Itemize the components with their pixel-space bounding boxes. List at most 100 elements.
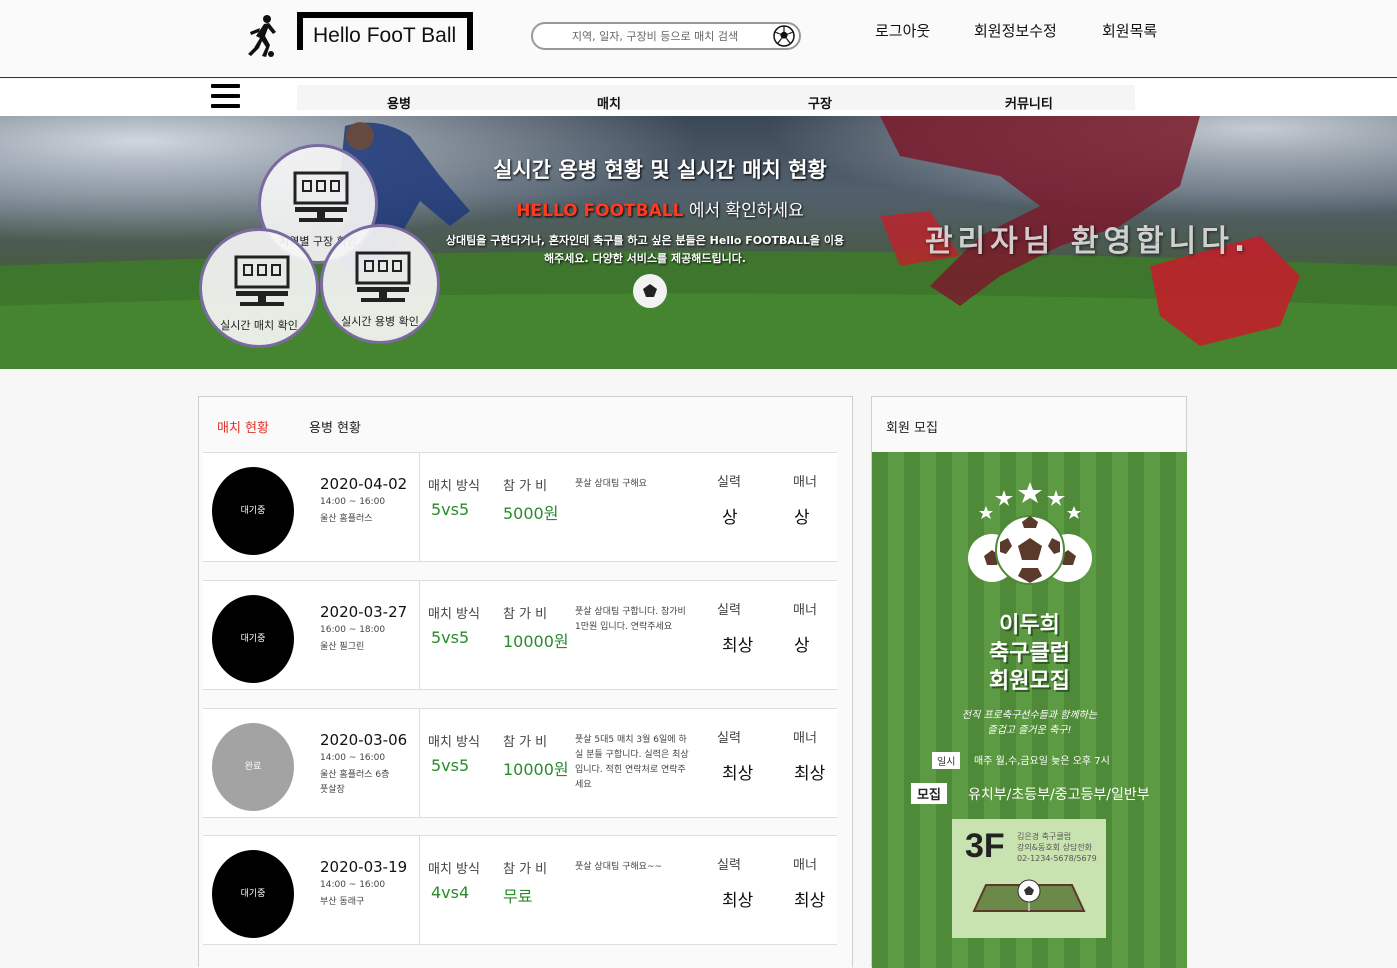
match-memo: 풋살 상대팀 구해요	[575, 479, 647, 489]
poster-club-line: 이두희	[999, 613, 1060, 638]
scoreboard-icon	[234, 255, 290, 306]
poster-contact: 김은경 축구클럽 강의&동호회 상담전화 02-1234-5678/5679	[1017, 831, 1103, 864]
menu-item-mercenary[interactable]: 용병	[387, 93, 411, 112]
match-date: 2020-03-06	[320, 731, 408, 749]
soccer-field-icon	[972, 879, 1086, 912]
manner-label: 매너	[793, 475, 817, 490]
top-header: Hello FooT Ball 로그아웃 회원정보수정 회원목록	[0, 0, 1397, 78]
recruit-poster[interactable]: 이두희 축구클럽 회원모집 전직 프로축구선수들과 함께하는 즐겁고 즐거운 축…	[872, 452, 1187, 968]
match-card[interactable]: 대기중 2020-03-27 16:00 ~ 18:00 울산 필그린 매치 방…	[203, 580, 837, 690]
status-badge: 대기중	[212, 850, 294, 938]
poster-club-line: 축구클럽	[989, 641, 1070, 666]
match-time: 14:00 ~ 16:00	[320, 497, 386, 507]
status-badge: 대기중	[212, 467, 294, 555]
match-date: 2020-03-19	[320, 858, 408, 876]
match-date: 2020-03-27	[320, 603, 408, 621]
match-memo: 풋살 5대5 매치 3월 6일에 하실 분들 구합니다. 실력은 최상입니다. …	[575, 735, 689, 790]
manner-value: 최상	[794, 764, 826, 784]
divider	[419, 453, 420, 561]
member-list-link[interactable]: 회원목록	[1102, 20, 1157, 41]
poster-contact-line: 김은경 축구클럽	[1017, 832, 1072, 841]
skill-label: 실력	[717, 603, 741, 618]
hero-description-line: 해주세요. 다양한 서비스를 제공해드립니다.	[543, 252, 746, 265]
match-card[interactable]: 대기중 2020-04-02 14:00 ~ 16:00 울산 홈플러스 매치 …	[203, 452, 837, 562]
match-card[interactable]: 대기중 2020-03-19 14:00 ~ 16:00 부산 동래구 매치 방…	[203, 835, 837, 945]
scoreboard-icon	[355, 251, 411, 302]
realtime-match-button[interactable]: 실시간 매치 확인	[199, 228, 319, 348]
poster-slogan-line: 즐겁고 즐거운 축구!	[987, 725, 1072, 736]
site-logo[interactable]: Hello FooT Ball	[297, 12, 473, 50]
divider	[419, 581, 420, 689]
fee-value: 10000원	[503, 632, 569, 651]
match-place: 울산 홈플러스	[320, 514, 373, 524]
fee-value: 5000원	[503, 504, 559, 523]
manner-label: 매너	[793, 603, 817, 618]
divider	[419, 709, 420, 817]
manner-value: 상	[794, 508, 810, 528]
match-card[interactable]: 완료 2020-03-06 14:00 ~ 16:00 울산 홈플러스 6층 풋…	[203, 708, 837, 818]
divider	[419, 836, 420, 944]
match-memo: 풋살 상대팀 구합니다. 참가비 1만원 입니다. 연락주세요	[575, 607, 686, 632]
match-time: 14:00 ~ 16:00	[320, 880, 386, 890]
soccer-player-icon[interactable]	[240, 14, 278, 58]
circle-button-label: 실시간 용병 확인	[341, 315, 419, 328]
logout-link[interactable]: 로그아웃	[875, 20, 930, 41]
skill-value: 최상	[722, 764, 754, 784]
main-nav: 용병 매치 구장 커뮤니티	[0, 79, 1397, 116]
manner-label: 매너	[793, 858, 817, 873]
menu-item-stadium[interactable]: 구장	[808, 93, 832, 112]
skill-value: 최상	[722, 891, 754, 911]
menu-item-community[interactable]: 커뮤니티	[1005, 93, 1053, 112]
poster-club-line: 회원모집	[989, 669, 1070, 694]
menu-item-match[interactable]: 매치	[597, 93, 621, 112]
soccer-ball-search-icon[interactable]	[773, 25, 795, 47]
match-date: 2020-04-02	[320, 475, 408, 493]
search-input[interactable]	[545, 27, 765, 45]
manner-label: 매너	[793, 731, 817, 746]
circle-button-label: 실시간 매치 확인	[220, 319, 298, 332]
scoreboard-icon	[293, 171, 349, 222]
skill-value: 상	[722, 508, 738, 528]
tab-mercenary-status[interactable]: 용병 현황	[309, 417, 361, 436]
poster-schedule-tag: 일시	[932, 752, 961, 769]
match-type-label: 매치 방식	[428, 479, 480, 494]
realtime-mercenary-button[interactable]: 실시간 용병 확인	[320, 224, 440, 344]
poster-schedule: 매주 월,수,금요일 늦은 오후 7시	[974, 756, 1110, 767]
poster-recruit: 유치부/초등부/중고등부/일반부	[968, 787, 1150, 803]
match-type-value: 5vs5	[431, 500, 470, 519]
hero-description-line: 상대팀을 구한다거나, 혼자인데 축구를 하고 싶은 분들은 Hello FOO…	[445, 234, 845, 247]
poster-info-box: 3F 김은경 축구클럽 강의&동호회 상담전화 02-1234-5678/567…	[952, 819, 1106, 938]
match-place: 울산 홈플러스 6층 풋살장	[320, 770, 390, 795]
recruit-sidebar: 회원 모집 이두희 축구클럽 회원모집 전직 프로축구선수들과 함께하는 즐겁고…	[871, 396, 1187, 968]
hero-banner: 실시간 용병 현황 및 실시간 매치 현황 HELLO FOOTBALL 에서 …	[0, 116, 1397, 369]
poster-contact-line: 강의&동호회 상담전화	[1017, 843, 1093, 852]
edit-profile-link[interactable]: 회원정보수정	[974, 20, 1057, 41]
status-badge: 대기중	[212, 595, 294, 683]
match-panel: 매치 현황 용병 현황 대기중 2020-04-02 14:00 ~ 16:00…	[198, 396, 853, 967]
match-type-value: 5vs5	[431, 756, 470, 775]
fee-label: 참 가 비	[503, 607, 548, 622]
match-type-value: 5vs5	[431, 628, 470, 647]
search-bar	[531, 22, 801, 50]
skill-label: 실력	[717, 475, 741, 490]
sidebar-title: 회원 모집	[886, 421, 938, 436]
match-place: 부산 동래구	[320, 897, 365, 907]
category-menu: 용병 매치 구장 커뮤니티	[297, 85, 1135, 112]
fee-value: 10000원	[503, 760, 569, 779]
match-memo: 풋살 상대팀 구해요~~	[575, 862, 663, 872]
poster-club-name: 이두희 축구클럽 회원모집	[872, 612, 1187, 696]
poster-floor: 3F	[965, 827, 1005, 865]
poster-slogan: 전직 프로축구선수들과 함께하는 즐겁고 즐거운 축구!	[912, 708, 1147, 738]
hero-subtitle: HELLO FOOTBALL 에서 확인하세요	[420, 196, 900, 221]
match-time: 14:00 ~ 16:00	[320, 753, 386, 763]
skill-value: 최상	[722, 636, 754, 656]
fee-value: 무료	[503, 887, 533, 906]
match-place: 울산 필그린	[320, 642, 365, 652]
status-badge: 완료	[212, 723, 294, 811]
fee-label: 참 가 비	[503, 862, 548, 877]
fee-label: 참 가 비	[503, 479, 548, 494]
hamburger-menu-icon[interactable]	[211, 84, 240, 113]
tab-match-status[interactable]: 매치 현황	[217, 417, 269, 436]
match-type-value: 4vs4	[431, 883, 470, 902]
poster-slogan-line: 전직 프로축구선수들과 함께하는	[961, 710, 1098, 721]
